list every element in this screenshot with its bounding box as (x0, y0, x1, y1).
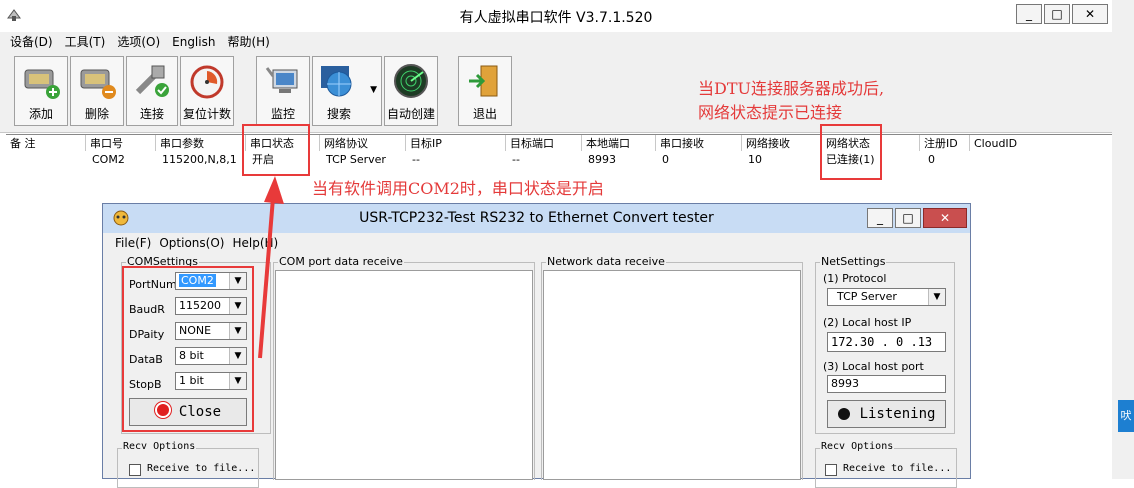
tester-menu-options[interactable]: Options(O) (159, 236, 224, 250)
add-port-icon (24, 69, 60, 99)
auto-create-label: 自动创建 (386, 107, 435, 121)
cell-params: 115200,N,8,1 (162, 153, 237, 166)
window-title: 有人虚拟串口软件 V3.7.1.520 (459, 10, 653, 26)
tester-menu-file[interactable]: File(F) (115, 236, 151, 250)
column-header-note[interactable]: 备 注 (6, 135, 86, 152)
add-button[interactable]: 添加 (14, 56, 68, 126)
reset-count-label: 复位计数 (182, 107, 231, 121)
protocol-select[interactable]: TCP Server ▼ (827, 288, 946, 306)
main-title-bar: 有人虚拟串口软件 V3.7.1.520 _ □ ✕ (0, 0, 1112, 33)
menu-help[interactable]: 帮助(H) (221, 32, 275, 52)
receive-to-file-left-label: Receive to file... (147, 463, 256, 474)
listening-label: Listening (859, 406, 936, 422)
column-header-target-ip[interactable]: 目标IP (406, 135, 506, 152)
cell-net-recv: 10 (748, 153, 762, 166)
menu-options[interactable]: 选项(O) (111, 32, 166, 52)
annotation-arrow-icon (258, 176, 284, 359)
menu-tools[interactable]: 工具(T) (59, 32, 112, 52)
annotation-com2-note: 当有软件调用COM2时，串口状态是开启 (312, 179, 604, 198)
search-globe-icon (321, 66, 352, 97)
column-header-protocol[interactable]: 网络协议 (320, 135, 406, 152)
protocol-label: (1) Protocol (823, 272, 887, 285)
tester-window-title: USR-TCP232-Test RS232 to Ethernet Conver… (359, 210, 714, 226)
host-ip-label: (2) Local host IP (823, 316, 912, 329)
menu-device[interactable]: 设备(D) (0, 32, 59, 52)
com-receive-textarea[interactable] (275, 270, 533, 480)
reset-count-button[interactable]: 复位计数 (180, 56, 234, 126)
add-label: 添加 (28, 107, 53, 121)
cell-protocol: TCP Server (326, 153, 386, 166)
cell-target-ip: -- (412, 153, 420, 166)
host-ip-input[interactable]: 172.30 . 0 .13 (827, 332, 946, 352)
timer-icon (190, 65, 224, 99)
cell-reg-id: 0 (928, 153, 935, 166)
net-settings-label: NetSettings (820, 255, 887, 268)
tester-close-button[interactable]: ✕ (923, 208, 967, 228)
side-tab[interactable]: 吠 (1118, 400, 1134, 432)
exit-door-icon (469, 65, 498, 97)
column-header-cloud-id[interactable]: CloudID (970, 135, 1112, 152)
menu-english[interactable]: English (166, 32, 221, 52)
column-header-port[interactable]: 串口号 (86, 135, 156, 152)
annotation-dtu-line2: 网络状态提示已连接 (698, 103, 843, 122)
tester-title-bar: USR-TCP232-Test RS232 to Ethernet Conver… (103, 204, 970, 233)
highlight-port-status (242, 124, 310, 176)
host-port-label: (3) Local host port (823, 360, 924, 373)
recv-options-left-label: Recv Options (122, 441, 197, 452)
tester-maximize-button[interactable]: □ (895, 208, 921, 228)
annotation-dtu-line1: 当DTU连接服务器成功后, (698, 79, 885, 98)
recv-options-right-label: Recv Options (820, 441, 895, 452)
maximize-button[interactable]: □ (1044, 4, 1070, 24)
receive-to-file-right-label: Receive to file... (843, 463, 952, 474)
highlight-net-status (820, 124, 882, 180)
host-port-input[interactable]: 8993 (827, 375, 946, 393)
column-header-params[interactable]: 串口参数 (156, 135, 246, 152)
net-receive-label: Network data receive (546, 255, 666, 268)
protocol-value: TCP Server (837, 290, 897, 303)
tester-minimize-button[interactable]: _ (867, 208, 893, 228)
exit-button[interactable]: 退出 (458, 56, 512, 126)
search-dropdown-arrow-icon[interactable]: ▼ (370, 85, 377, 95)
net-receive-textarea[interactable] (543, 270, 801, 480)
menu-bar: 设备(D) 工具(T) 选项(O) English 帮助(H) (0, 32, 1112, 52)
connect-button[interactable]: 连接 (126, 56, 178, 126)
exit-label: 退出 (472, 107, 497, 121)
cell-port: COM2 (92, 153, 125, 166)
column-header-port-recv[interactable]: 串口接收 (656, 135, 742, 152)
minimize-button[interactable]: _ (1016, 4, 1042, 24)
column-header-target-port[interactable]: 目标端口 (506, 135, 582, 152)
plug-icon (135, 65, 169, 97)
status-black-dot-icon (837, 408, 850, 420)
search-label: 搜索 (326, 107, 351, 121)
chevron-down-icon: ▼ (928, 289, 945, 305)
highlight-com-settings (122, 266, 254, 432)
cell-target-port: -- (512, 153, 520, 166)
column-header-local-port[interactable]: 本地端口 (582, 135, 656, 152)
receive-to-file-right-checkbox[interactable] (825, 464, 837, 476)
close-button[interactable]: ✕ (1072, 4, 1108, 24)
search-button[interactable]: ▼ 搜索 (312, 56, 382, 126)
connect-label: 连接 (139, 107, 164, 121)
radar-icon (394, 64, 428, 98)
monitor-label: 监控 (270, 107, 295, 121)
delete-label: 删除 (84, 107, 109, 121)
delete-button[interactable]: 删除 (70, 56, 124, 126)
monitor-icon (265, 67, 298, 93)
cell-local-port: 8993 (588, 153, 616, 166)
auto-create-button[interactable]: 自动创建 (384, 56, 438, 126)
receive-to-file-left-checkbox[interactable] (129, 464, 141, 476)
delete-port-icon (80, 69, 116, 99)
monitor-button[interactable]: 监控 (256, 56, 310, 126)
listening-button[interactable]: Listening (827, 400, 946, 428)
cell-port-recv: 0 (662, 153, 669, 166)
column-header-reg-id[interactable]: 注册ID (920, 135, 970, 152)
column-header-net-recv[interactable]: 网络接收 (742, 135, 822, 152)
toolbar: 添加 删除 连接 复位计数 监控 ▼ 搜索 自动创建 退出 (0, 52, 1112, 133)
